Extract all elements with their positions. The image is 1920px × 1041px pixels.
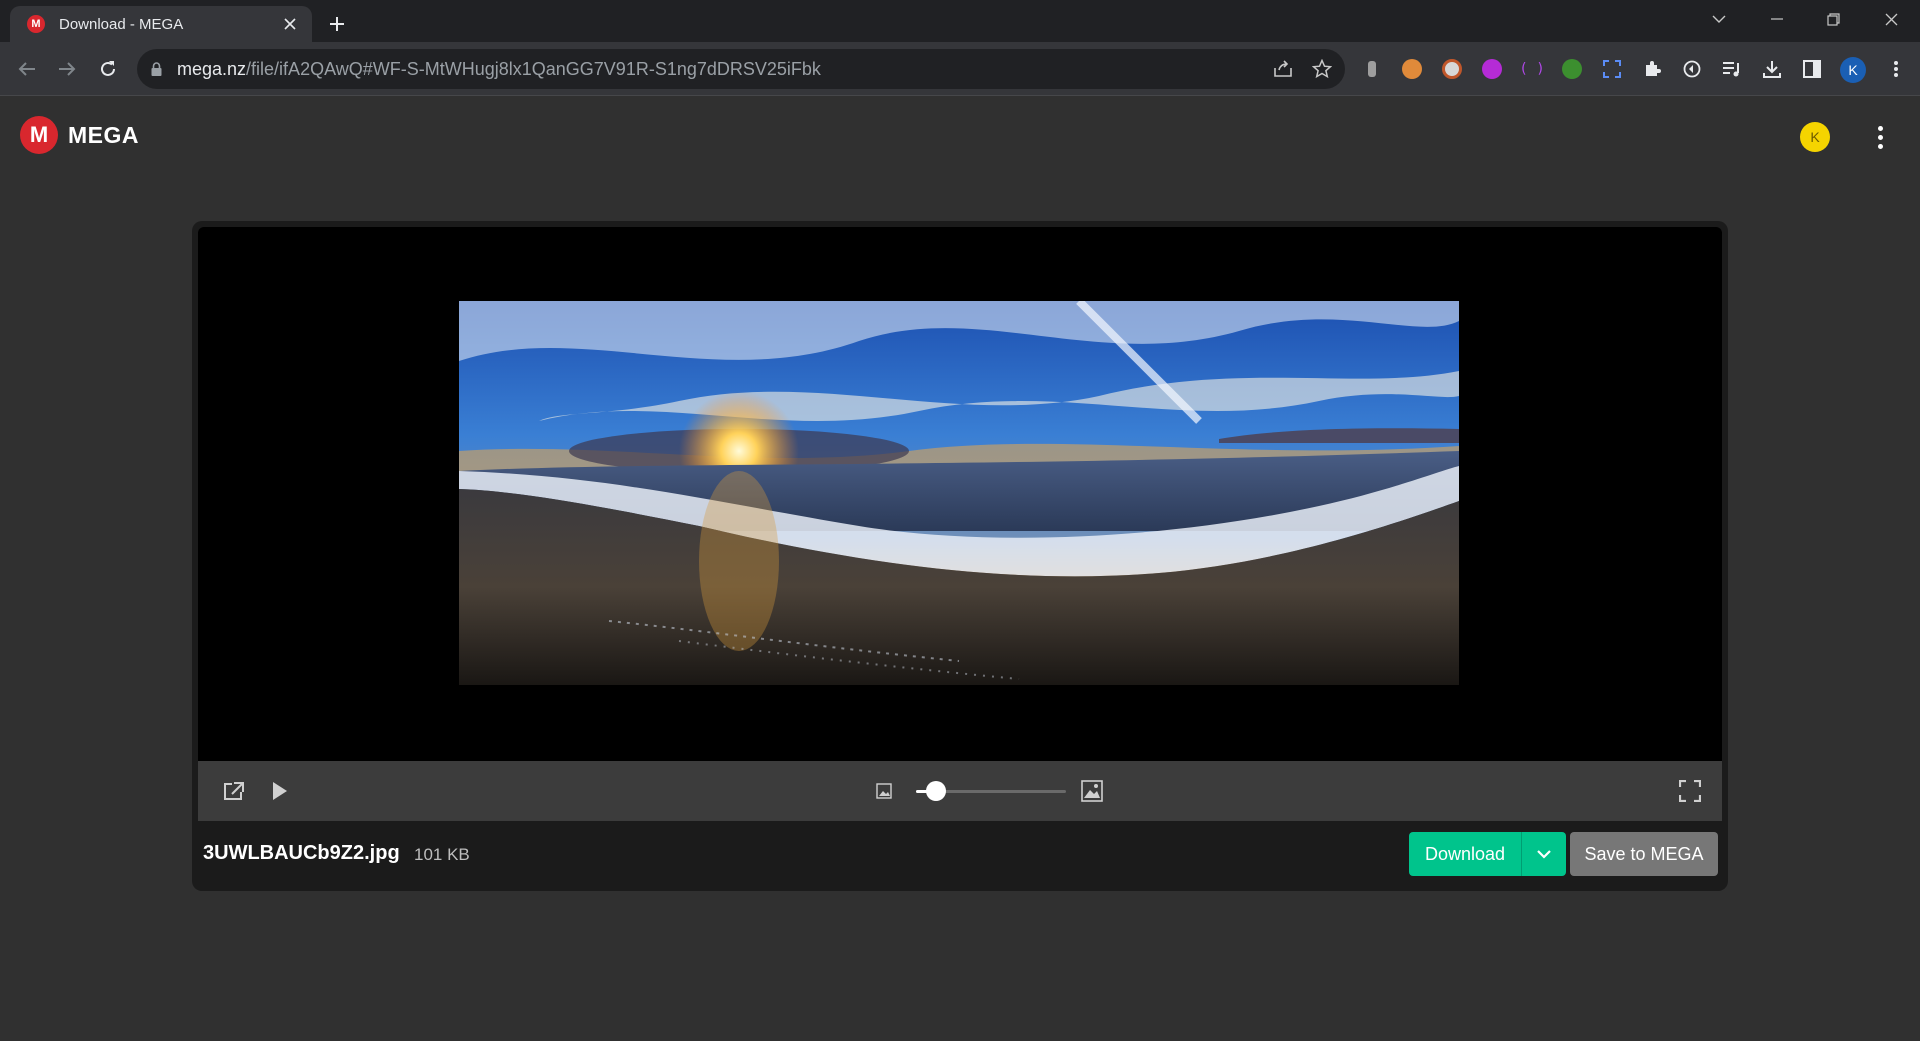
close-window-icon[interactable] [1862, 0, 1920, 38]
zoom-in-image-icon[interactable] [1076, 775, 1108, 807]
user-avatar[interactable]: K [1800, 122, 1830, 152]
tab-close-icon[interactable] [278, 12, 302, 36]
profile-avatar[interactable]: K [1840, 57, 1866, 83]
mask-icon[interactable] [1439, 56, 1465, 82]
mega-logo-text: MEGA [68, 121, 139, 148]
cookie-icon[interactable] [1399, 56, 1425, 82]
address-bar[interactable]: mega.nz/file/ifA2QAwQ#WF-S-MtWHugj8lx1Qa… [137, 49, 1345, 89]
download-button[interactable]: Download [1409, 832, 1521, 876]
reload-icon[interactable] [93, 54, 123, 84]
back-icon[interactable] [12, 54, 42, 84]
minimize-icon[interactable] [1748, 0, 1806, 38]
browser-menu-icon[interactable] [1883, 56, 1909, 82]
preview-image [459, 301, 1459, 685]
browser-tab[interactable]: M Download - MEGA [10, 6, 312, 42]
file-info-bar: 3UWLBAUCb9Z2.jpg 101 KB Download Save to… [198, 821, 1722, 891]
bottle-icon[interactable] [1359, 56, 1385, 82]
refresh-icon[interactable] [1679, 56, 1705, 82]
tab-search-icon[interactable] [1690, 0, 1748, 38]
download-icon[interactable] [1759, 56, 1785, 82]
mega-logo-icon: M [20, 116, 58, 154]
more-menu-icon[interactable] [1868, 121, 1892, 153]
file-size: 101 KB [414, 845, 470, 864]
image-stage [198, 227, 1722, 761]
mega-page: M MEGA K 3UWLBAUCb9Z2.jpg 101 KB Downloa… [0, 97, 1920, 1041]
slideshow-play-icon[interactable] [264, 775, 296, 807]
forward-icon[interactable] [52, 54, 82, 84]
fullscreen-icon[interactable] [1674, 775, 1706, 807]
viewer-controls [198, 761, 1722, 821]
tab-title: Download - MEGA [59, 15, 184, 33]
puzzle-icon[interactable] [1639, 56, 1665, 82]
save-to-mega-button[interactable]: Save to MEGA [1570, 832, 1718, 876]
file-name: 3UWLBAUCb9Z2.jpg [203, 842, 400, 864]
new-tab-icon[interactable] [322, 9, 352, 39]
image-viewer: 3UWLBAUCb9Z2.jpg 101 KB Download Save to… [192, 221, 1728, 891]
open-external-icon[interactable] [218, 775, 250, 807]
sidebar-icon[interactable] [1799, 56, 1825, 82]
mega-favicon-icon: M [27, 15, 45, 33]
lock-icon[interactable] [151, 62, 162, 81]
browser-toolbar: mega.nz/file/ifA2QAwQ#WF-S-MtWHugj8lx1Qa… [0, 42, 1920, 96]
color-picker-icon[interactable] [1599, 56, 1625, 82]
url-host: mega.nz [177, 59, 247, 79]
share-icon[interactable] [1271, 57, 1295, 81]
zoom-slider-handle[interactable] [925, 781, 946, 801]
mega-logo[interactable]: M MEGA [20, 116, 139, 154]
restore-icon[interactable] [1804, 0, 1862, 38]
tree-icon[interactable] [1559, 56, 1585, 82]
url-text[interactable]: mega.nz/file/ifA2QAwQ#WF-S-MtWHugj8lx1Qa… [177, 59, 821, 80]
bookmark-star-icon[interactable] [1310, 57, 1334, 81]
download-button-group: Download [1409, 832, 1566, 876]
brackets-icon[interactable]: ( ) [1519, 56, 1545, 82]
browser-tab-bar: M Download - MEGA [0, 0, 1920, 42]
zoom-out-image-icon[interactable] [868, 775, 900, 807]
grin-icon[interactable] [1479, 56, 1505, 82]
download-options-chevron-down-icon[interactable] [1522, 832, 1566, 876]
url-path: /file/ifA2QAwQ#WF-S-MtWHugj8lx1QanGG7V91… [246, 59, 821, 79]
media-list-icon[interactable] [1719, 56, 1745, 82]
